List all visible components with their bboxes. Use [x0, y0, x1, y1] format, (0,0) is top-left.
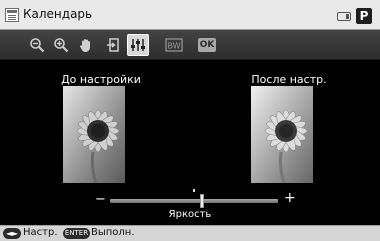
svg-text:BW: BW: [167, 42, 180, 51]
hand-pan-icon: [79, 39, 90, 52]
enter-key-icon: ENTER: [63, 228, 90, 239]
slider-center-mark: [193, 189, 195, 192]
decrease-sign: −: [95, 192, 106, 207]
zoom-in-button[interactable]: [50, 34, 72, 56]
footer-hints: ◄► Настр. ENTER Выполн.: [0, 225, 380, 241]
adjust-icon: [131, 39, 145, 51]
nav-hint: Настр.: [23, 227, 58, 238]
enter-hint: Выполн.: [91, 227, 135, 238]
increase-sign: +: [284, 190, 296, 206]
black-white-button[interactable]: BW: [163, 34, 185, 56]
black-white-icon: BW: [165, 38, 183, 52]
before-caption: До настройки: [61, 73, 141, 86]
zoom-in-icon: [54, 38, 69, 53]
zoom-out-icon: [30, 38, 45, 53]
slider-track[interactable]: [110, 199, 278, 203]
slider-thumb[interactable]: [200, 194, 205, 208]
arrow-keys-icon: ◄►: [3, 228, 21, 239]
slider-label: Яркость: [168, 209, 212, 220]
mode-badge: P: [356, 8, 372, 24]
after-photo: [251, 86, 313, 183]
exit-icon: [107, 38, 119, 52]
ok-button[interactable]: OK: [198, 38, 216, 52]
before-photo: [63, 86, 125, 183]
after-caption: После настр.: [251, 73, 327, 86]
exit-button[interactable]: [102, 34, 124, 56]
pan-button[interactable]: [75, 34, 97, 56]
toolbar: BW OK: [0, 30, 380, 60]
calendar-icon: [5, 8, 19, 22]
app-title: Календарь: [23, 7, 93, 21]
adjust-button[interactable]: [127, 34, 149, 56]
memory-card-icon: [337, 12, 351, 21]
zoom-out-button[interactable]: [26, 34, 48, 56]
title-bar: Календарь P: [0, 0, 380, 30]
